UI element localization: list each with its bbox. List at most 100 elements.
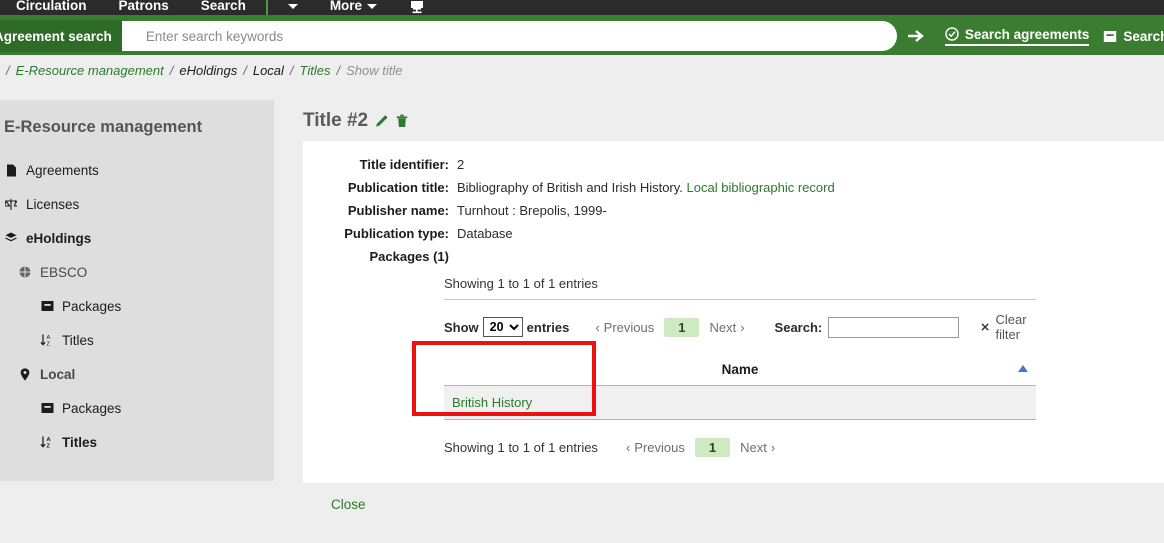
globe-icon xyxy=(18,266,32,278)
field-title-identifier: Title identifier: 2 xyxy=(303,157,1164,172)
svg-text:Z: Z xyxy=(47,342,51,347)
nav-item-more[interactable]: More xyxy=(314,0,393,15)
breadcrumb-separator: / xyxy=(336,62,341,78)
nav-more-caret-button[interactable] xyxy=(272,0,314,15)
clear-filter-label: Clear filter xyxy=(995,312,1027,342)
sidebar-item-label: Titles xyxy=(62,332,94,348)
field-publisher-name: Publisher name: Turnhout : Brepolis, 199… xyxy=(303,203,1164,218)
field-value: 2 xyxy=(457,157,465,172)
breadcrumb-separator: / xyxy=(289,62,294,78)
sidebar-item-ebsco-titles[interactable]: AZ Titles xyxy=(0,323,274,357)
previous-page-button-bottom[interactable]: ‹ Previous xyxy=(626,440,685,455)
package-link-british-history[interactable]: British History xyxy=(452,395,532,410)
archive-box-icon xyxy=(40,300,54,312)
breadcrumb-separator: / xyxy=(243,62,247,78)
field-label: Title identifier: xyxy=(359,157,449,172)
breadcrumb-separator: / xyxy=(169,62,174,78)
svg-text:A: A xyxy=(47,335,51,341)
sidebar-item-agreements[interactable]: Agreements xyxy=(0,153,274,187)
page-number-1-button[interactable]: 1 xyxy=(664,317,700,337)
breadcrumb: / E-Resource management / eHoldings / Lo… xyxy=(0,55,1164,85)
packages-table: Name British History xyxy=(444,362,1036,420)
sidebar-item-label: Packages xyxy=(62,400,122,416)
svg-text:A: A xyxy=(47,437,51,443)
svg-text:Z: Z xyxy=(47,444,51,449)
datatable-search-input[interactable] xyxy=(828,316,960,338)
close-button[interactable]: Close xyxy=(325,496,372,513)
field-value-wrapper: Bibliography of British and Irish Histor… xyxy=(457,180,835,195)
entries-label: entries xyxy=(526,319,570,335)
sidebar-item-local[interactable]: Local xyxy=(0,357,274,391)
sidebar-item-local-packages[interactable]: Packages xyxy=(0,391,274,425)
page-title-text: Title #2 xyxy=(303,110,369,131)
file-contract-icon xyxy=(4,164,18,177)
sidebar-item-licenses[interactable]: Licenses xyxy=(0,187,274,221)
chevron-down-icon xyxy=(287,3,298,9)
local-bibliographic-record-link[interactable]: Local bibliographic record xyxy=(687,180,835,195)
sidebar-item-local-titles[interactable]: AZ Titles xyxy=(0,425,274,459)
page-length-select[interactable]: 20 xyxy=(482,317,523,337)
search-submit-button[interactable] xyxy=(901,20,931,52)
package-icon xyxy=(1104,30,1117,42)
agreement-search-pill[interactable]: Agreement search xyxy=(0,20,134,52)
next-page-button[interactable]: Next › xyxy=(709,320,744,335)
chevron-left-icon: ‹ xyxy=(595,319,600,335)
field-publication-title: Publication title: Bibliography of Briti… xyxy=(303,180,1164,195)
sidebar-item-ebsco[interactable]: EBSCO xyxy=(0,255,274,289)
nav-cart-button[interactable] xyxy=(393,0,441,15)
breadcrumb-item-current: Show title xyxy=(346,62,403,78)
nav-item-patrons[interactable]: Patrons xyxy=(103,0,185,15)
breadcrumb-item-eresource-management[interactable]: E-Resource management xyxy=(16,63,164,78)
breadcrumb-item-eholdings[interactable]: eHoldings xyxy=(179,63,237,78)
nav-item-circulation[interactable]: Circulation xyxy=(0,0,103,15)
agreement-search-label: Agreement search xyxy=(0,28,112,44)
field-label: Publisher name: xyxy=(347,203,449,218)
next-label: Next xyxy=(740,440,767,455)
previous-page-button[interactable]: ‹ Previous xyxy=(595,320,654,335)
field-label: Publication title: xyxy=(347,180,449,195)
sidebar-item-eholdings[interactable]: eHoldings xyxy=(0,221,274,255)
search-agreements-link[interactable]: Search agreements xyxy=(944,26,1090,46)
arrow-right-icon xyxy=(907,30,924,42)
edit-title-button[interactable] xyxy=(375,114,389,128)
delete-title-button[interactable] xyxy=(396,114,408,128)
next-page-button-bottom[interactable]: Next › xyxy=(740,440,775,455)
next-label: Next xyxy=(709,319,737,335)
breadcrumb-separator: / xyxy=(6,62,10,78)
sort-alpha-down-icon: AZ xyxy=(40,333,54,347)
sidebar-item-ebsco-packages[interactable]: Packages xyxy=(0,289,274,323)
nav-item-search[interactable]: Search xyxy=(185,0,262,15)
balance-scale-icon xyxy=(4,198,18,211)
times-icon xyxy=(981,323,990,331)
page-length-control: Show 20 entries xyxy=(444,317,569,337)
column-header-name[interactable]: Name xyxy=(444,362,1036,386)
archive-box-icon xyxy=(40,402,54,414)
publication-title-text: Bibliography of British and Irish Histor… xyxy=(457,180,683,195)
field-label: Publication type: xyxy=(344,226,449,241)
check-circle-icon xyxy=(945,27,959,41)
sidebar-item-label: Local xyxy=(40,366,76,382)
field-value: Turnhout : Brepolis, 1999- xyxy=(457,203,607,218)
sidebar-item-label: eHoldings xyxy=(26,230,92,246)
datatable-info-bottom: Showing 1 to 1 of 1 entries xyxy=(444,440,598,455)
chevron-right-icon: › xyxy=(740,319,745,335)
sidebar-item-label: Packages xyxy=(62,298,122,314)
title-detail-panel: Title identifier: 2 Publication title: B… xyxy=(303,141,1164,483)
page-number-1-button-bottom[interactable]: 1 xyxy=(694,438,731,457)
sort-ascending-icon xyxy=(1018,365,1028,372)
search-packages-label: Search pac xyxy=(1123,28,1164,44)
layer-group-icon xyxy=(4,232,18,244)
global-search-band: Agreement search Search agreements Searc… xyxy=(0,17,1164,55)
table-row[interactable]: British History xyxy=(444,385,1036,420)
breadcrumb-item-titles[interactable]: Titles xyxy=(300,63,331,78)
packages-datatable: Showing 1 to 1 of 1 entries Show 20 entr… xyxy=(444,272,1036,457)
datatable-pagination-top: ‹ Previous 1 Next › xyxy=(595,317,745,337)
search-agreements-label: Search agreements xyxy=(964,26,1090,42)
breadcrumb-item-local[interactable]: Local xyxy=(253,63,284,78)
clear-filter-button[interactable]: Clear filter xyxy=(981,312,1036,342)
sidebar-heading: E-Resource management xyxy=(4,118,203,136)
sidebar: E-Resource management Agreements License… xyxy=(0,100,274,481)
datatable-footer: Showing 1 to 1 of 1 entries ‹ Previous 1… xyxy=(444,438,1036,457)
search-input[interactable] xyxy=(121,21,897,51)
search-packages-link[interactable]: Search pac xyxy=(1103,29,1164,44)
